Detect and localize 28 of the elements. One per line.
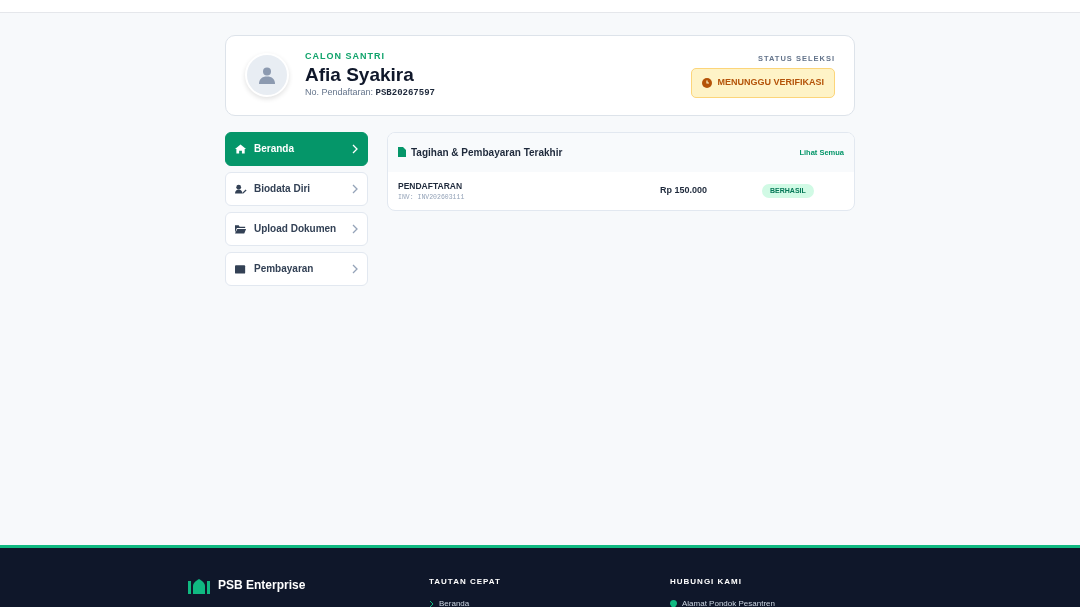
mosque-icon [188,576,210,594]
chevron-icon [352,143,358,154]
menu-item[interactable]: Biodata Diri [225,171,368,206]
user-icon [235,183,247,194]
chevron-icon [352,183,358,194]
footer-heading: HUBUNGI KAMI [670,576,743,588]
registration-number: No. Pendaftaran: PSB20267597 [305,86,435,101]
status-badge: MENUNGGU VERIFIKASI [691,68,835,98]
student-name: Afia Syakira [305,63,415,87]
wallet-icon [235,263,247,274]
role-label: CALON SANTRI [305,50,386,63]
menu-item[interactable]: Upload Dokumen [225,211,368,246]
footer-link[interactable]: Beranda [429,598,670,607]
brand-name: PSB Enterprise [218,577,306,594]
chevron-icon [352,263,358,274]
menu-item[interactable]: Pembayaran [225,251,368,286]
bill-amount: Rp 150.000 [660,184,709,198]
chevron-icon [352,223,358,234]
home-icon [235,143,247,154]
menu-item[interactable]: Beranda [225,131,368,166]
document-icon [398,147,406,158]
user-icon [258,66,276,85]
bill-name: PENDAFTARAN [398,179,464,193]
address-text: Alamat Pondok Pesantren [682,598,775,607]
folder-icon [235,223,247,234]
clock-icon [702,78,713,88]
card-title: Tagihan & Pembayaran Terakhir [411,145,563,160]
footer-heading: TAUTAN CEPAT [429,576,502,588]
